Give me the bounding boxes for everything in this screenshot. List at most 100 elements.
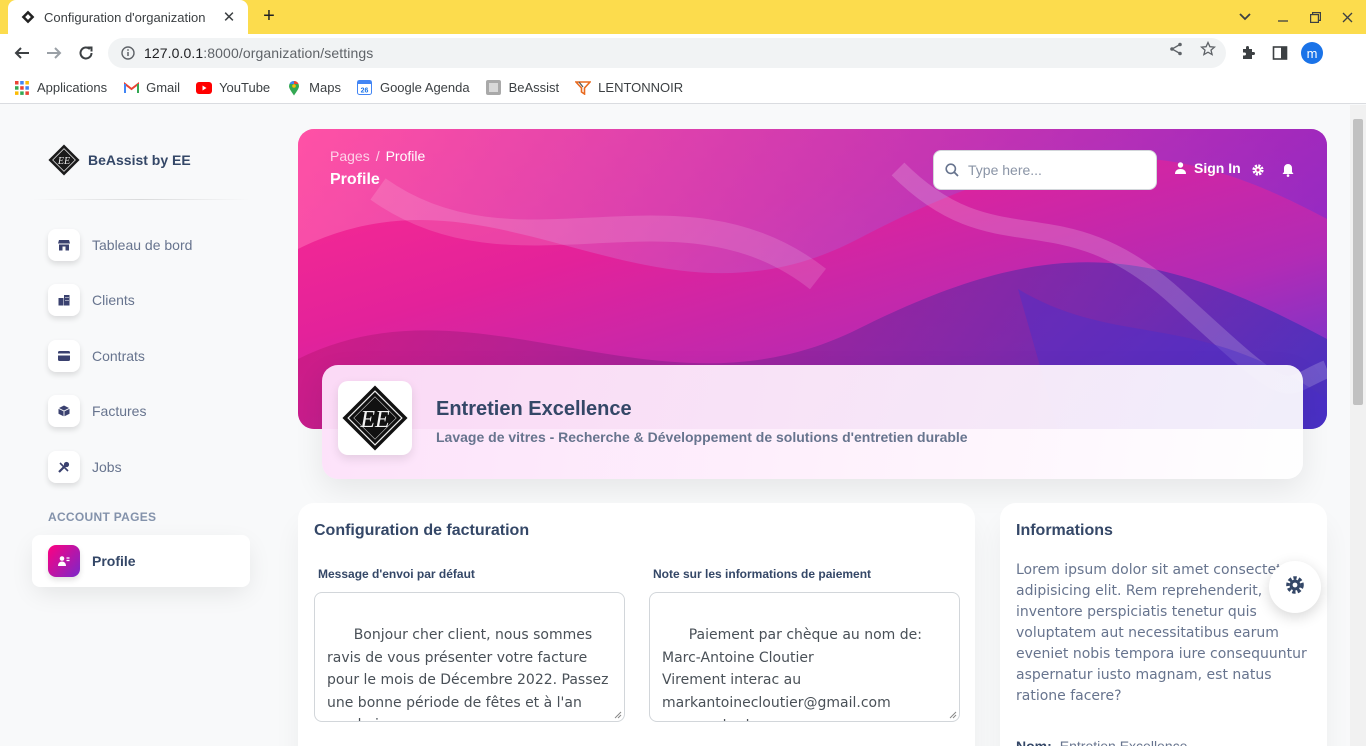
user-icon xyxy=(1173,161,1187,175)
informations-text: Lorem ipsum dolor sit amet consectetur a… xyxy=(1016,562,1307,704)
browser-tab-strip: Configuration d'organization ✕ + xyxy=(0,0,1366,34)
sidebar-brand[interactable]: EE BeAssist by EE xyxy=(48,144,191,176)
bookmark-maps[interactable]: Maps xyxy=(286,80,341,96)
browser-tab[interactable]: Configuration d'organization ✕ xyxy=(8,0,248,34)
settings-gear-icon[interactable] xyxy=(1250,162,1266,178)
sidebar-divider xyxy=(32,199,250,200)
bookmark-applications[interactable]: Applications xyxy=(14,80,107,96)
breadcrumb-separator: / xyxy=(375,148,380,164)
sidebar-item-profile[interactable]: Profile xyxy=(32,535,250,587)
forward-arrow-icon[interactable] xyxy=(42,41,66,65)
page-scrollbar[interactable] xyxy=(1350,105,1366,746)
sidebar-item-clients[interactable]: Clients xyxy=(32,274,250,326)
bookmark-label: BeAssist xyxy=(508,80,560,95)
funnel-icon xyxy=(575,80,592,96)
tools-icon xyxy=(48,451,80,483)
bookmark-star-icon[interactable] xyxy=(1200,41,1216,57)
bookmark-label: Maps xyxy=(309,80,341,95)
profile-icon xyxy=(48,545,80,577)
breadcrumb-root-link[interactable]: Pages xyxy=(330,148,370,164)
bookmark-google-agenda[interactable]: 26 Google Agenda xyxy=(357,80,470,96)
organization-description: Lavage de vitres - Recherche & Développe… xyxy=(436,429,968,445)
bookmark-label: Google Agenda xyxy=(379,80,470,95)
sidebar-item-contrats[interactable]: Contrats xyxy=(32,330,250,382)
bookmark-gmail[interactable]: Gmail xyxy=(123,80,180,96)
box-icon xyxy=(48,395,80,427)
restore-window-icon[interactable] xyxy=(1299,0,1331,34)
page-viewport: EE BeAssist by EE Tableau de bord Client… xyxy=(0,105,1350,746)
sidebar-item-tableau-de-bord[interactable]: Tableau de bord xyxy=(32,219,250,271)
brand-name: BeAssist by EE xyxy=(88,152,191,168)
minimize-window-icon[interactable] xyxy=(1267,0,1299,34)
search-box[interactable] xyxy=(933,150,1157,190)
bookmark-beassist[interactable]: BeAssist xyxy=(486,80,560,96)
browser-toolbar: 127.0.0.1:8000/organization/settings xyxy=(0,34,1366,72)
resize-grip-icon[interactable] xyxy=(614,711,622,719)
extensions-puzzle-icon[interactable] xyxy=(1238,43,1258,63)
profile-card: EE Entretien Excellence Lavage de vitres… xyxy=(322,365,1303,479)
scrollbar-thumb[interactable] xyxy=(1353,119,1363,405)
bookmarks-bar: Applications Gmail YouTube Maps 26 Googl… xyxy=(0,72,1366,104)
bookmark-youtube[interactable]: YouTube xyxy=(196,80,270,96)
sidebar-item-label: Clients xyxy=(92,292,135,308)
svg-text:EE: EE xyxy=(57,156,70,167)
resize-grip-icon[interactable] xyxy=(949,711,957,719)
sidebar-item-label: Contrats xyxy=(92,348,145,364)
search-icon xyxy=(944,162,960,178)
default-message-label: Message d'envoi par défaut xyxy=(318,567,475,581)
bookmark-label: YouTube xyxy=(219,80,271,95)
sidebar-item-label: Factures xyxy=(92,403,147,419)
bookmark-lentonnoir[interactable]: LENTONNOIR xyxy=(575,80,683,96)
tab-search-chevron-icon[interactable] xyxy=(1229,0,1261,34)
close-tab-icon[interactable]: ✕ xyxy=(220,8,238,26)
calendar-icon: 26 xyxy=(357,80,373,96)
ee-diamond-logo-icon: EE xyxy=(342,385,408,451)
new-tab-icon[interactable]: + xyxy=(258,6,280,28)
reload-icon[interactable] xyxy=(74,41,98,65)
info-name-row: Nom: Entretien Excellence xyxy=(1016,738,1187,746)
configurator-button[interactable] xyxy=(1269,561,1321,613)
maps-pin-icon xyxy=(286,80,302,96)
default-message-value: Bonjour cher client, nous sommes ravis d… xyxy=(327,627,609,721)
organization-name: Entretien Excellence xyxy=(436,398,632,420)
breadcrumb-current: Profile xyxy=(385,148,426,164)
organization-logo: EE xyxy=(338,381,412,455)
bookmark-label: Gmail xyxy=(146,80,181,95)
informations-card-title: Informations xyxy=(1016,522,1113,539)
share-icon[interactable] xyxy=(1168,41,1184,57)
svg-text:EE: EE xyxy=(359,407,390,433)
sidebar-item-jobs[interactable]: Jobs xyxy=(32,441,250,493)
profile-avatar[interactable]: m xyxy=(1301,42,1323,64)
sign-in-link[interactable]: Sign In xyxy=(1173,160,1241,176)
billing-card-title: Configuration de facturation xyxy=(314,522,530,539)
breadcrumb: Pages / Profile xyxy=(330,148,425,164)
site-info-icon[interactable] xyxy=(120,45,136,61)
tab-title: Configuration d'organization xyxy=(44,9,206,25)
payment-note-textarea[interactable]: Paiement par chèque au nom de: Marc-Anto… xyxy=(649,592,960,722)
info-name-key: Nom: xyxy=(1016,738,1052,746)
sidebar-item-label: Jobs xyxy=(92,459,122,475)
sidebar-item-factures[interactable]: Factures xyxy=(32,385,250,437)
sidebar-item-label: Tableau de bord xyxy=(92,237,193,253)
office-icon xyxy=(48,284,80,316)
beassist-icon xyxy=(486,80,502,96)
gmail-icon xyxy=(123,80,139,96)
billing-config-card: Configuration de facturation Message d'e… xyxy=(298,503,975,746)
back-arrow-icon[interactable] xyxy=(10,41,34,65)
search-input[interactable] xyxy=(968,162,1148,178)
brand-logo-icon: EE xyxy=(48,144,80,176)
credit-card-icon xyxy=(48,340,80,372)
youtube-icon xyxy=(196,80,213,96)
page-title: Profile xyxy=(330,171,380,188)
default-message-textarea[interactable]: Bonjour cher client, nous sommes ravis d… xyxy=(314,592,625,722)
side-panel-icon[interactable] xyxy=(1270,43,1290,63)
settings-gear-icon xyxy=(1284,574,1306,601)
payment-note-value: Paiement par chèque au nom de: Marc-Anto… xyxy=(662,627,922,721)
sign-in-label: Sign In xyxy=(1194,160,1241,176)
apps-grid-icon xyxy=(14,80,30,96)
address-bar[interactable]: 127.0.0.1:8000/organization/settings xyxy=(108,38,1226,68)
notification-bell-icon[interactable] xyxy=(1280,162,1296,178)
site-favicon-icon xyxy=(20,9,36,25)
close-window-icon[interactable] xyxy=(1331,0,1363,34)
svg-text:26: 26 xyxy=(361,88,369,95)
